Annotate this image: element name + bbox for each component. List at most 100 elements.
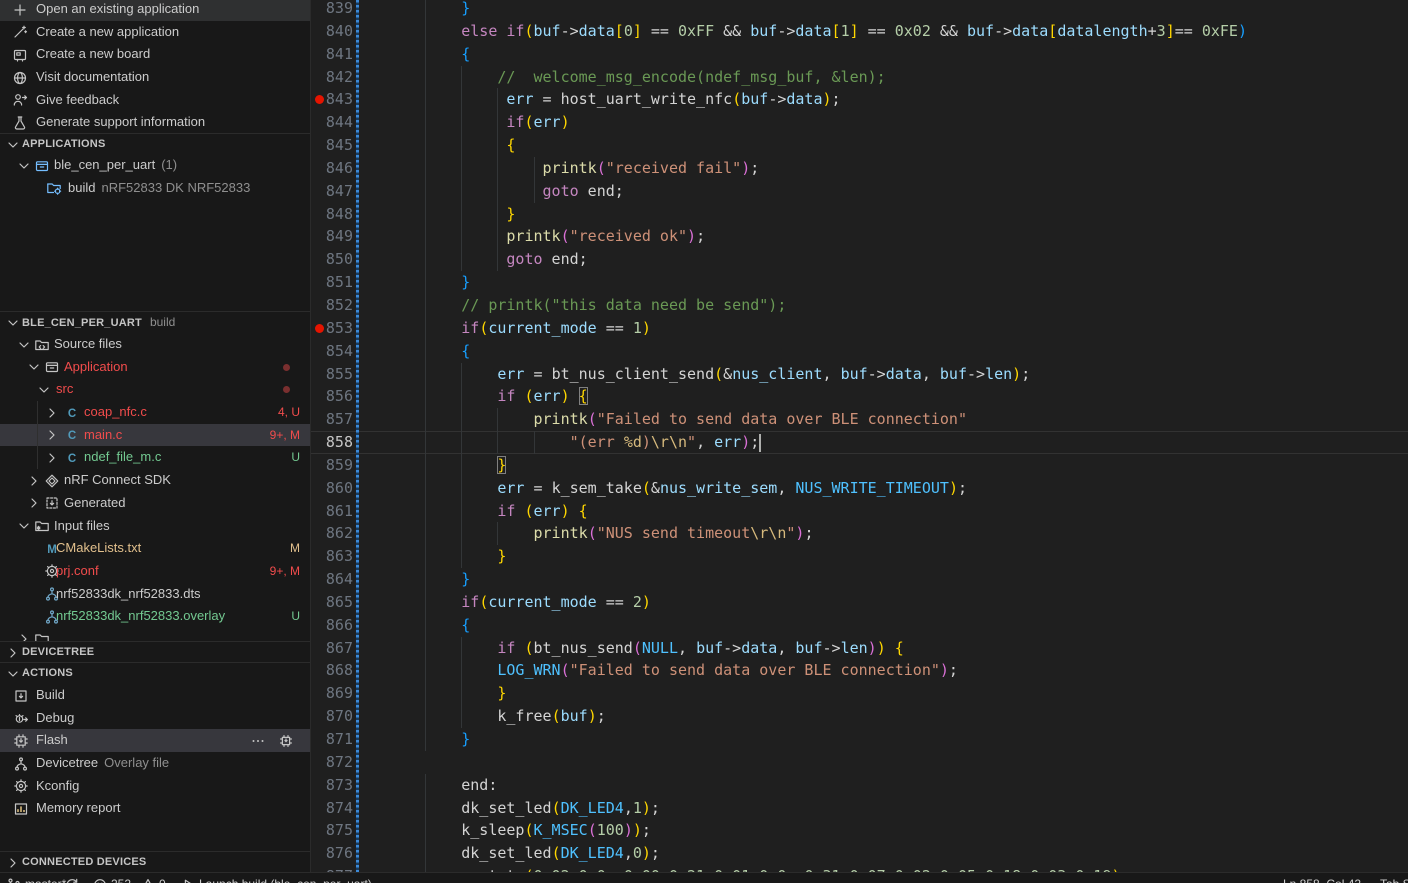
tree-item-clipped[interactable] [0,628,310,641]
code-line-853[interactable]: 853 if(current_mode == 1) [311,316,1408,340]
line-number[interactable]: 868 [311,659,353,682]
line-number[interactable]: 870 [311,705,353,728]
line-number[interactable]: 858 [311,431,353,454]
code-line-841[interactable]: 841 { [311,42,1408,66]
line-number[interactable]: 874 [311,797,353,820]
line-number[interactable]: 845 [311,134,353,157]
code-line-848[interactable]: 848 } [311,202,1408,226]
line-number[interactable]: 859 [311,454,353,477]
line-number[interactable]: 871 [311,728,353,751]
action-item-build[interactable]: Build [0,684,310,707]
code-line-843[interactable]: 843 err = host_uart_write_nfc(buf->data)… [311,88,1408,112]
line-number[interactable]: 848 [311,203,353,226]
tree-item-input-files[interactable]: Input files [0,515,310,538]
code-line-875[interactable]: 875 k_sleep(K_MSEC(100)); [311,819,1408,843]
line-number[interactable]: 863 [311,545,353,568]
section-header-devicetree[interactable]: DEVICETREE [0,641,310,663]
chevron-down-icon[interactable] [36,382,52,398]
line-number[interactable]: 850 [311,248,353,271]
tree-item-src[interactable]: src [0,378,310,401]
code-line-861[interactable]: 861 if (err) { [311,499,1408,523]
tree-item-main-c[interactable]: Cmain.c 9+, M [0,423,310,447]
sidebar-item-build[interactable]: build nRF52833 DK NRF52833 [0,177,310,200]
action-item-flash[interactable]: Flash [0,729,310,753]
line-number[interactable]: 867 [311,637,353,660]
status-error[interactable]: 252 [92,873,131,883]
tree-item-ndef-file-m-c[interactable]: Cndef_file_m.c U [0,446,310,469]
breakpoint-dot[interactable] [315,323,324,333]
code-line-864[interactable]: 864 } [311,568,1408,591]
line-number[interactable]: 872 [311,751,353,774]
code-line-851[interactable]: 851 } [311,271,1408,294]
sidebar-item-ble-cen-per-uart[interactable]: ble_cen_per_uart (1) [0,154,310,177]
sidebar-item-create-a-new-application[interactable]: Create a new application [0,21,310,44]
tree-item-application[interactable]: Application [0,356,310,379]
line-number[interactable]: 877 [311,865,353,872]
code-line-876[interactable]: 876 dk_set_led(DK_LED4,0); [311,842,1408,866]
tree-item-nrf52833dk-nrf52833-dts[interactable]: nrf52833dk_nrf52833.dts [0,583,310,606]
action-item-debug[interactable]: Debug [0,707,310,730]
code-line-847[interactable]: 847 goto end; [311,179,1408,203]
action-item-memory-report[interactable]: Memory report [0,797,310,820]
section-header-actions[interactable]: ACTIONS [0,662,310,685]
line-number[interactable]: 840 [311,20,353,43]
ellipsis-icon[interactable] [250,733,266,749]
code-line-862[interactable]: 862 printk("NUS send timeout\r\n"); [311,522,1408,546]
code-line-844[interactable]: 844 if(err) [311,111,1408,135]
chevron-right-icon[interactable] [44,427,60,443]
code-line-854[interactable]: 854 { [311,339,1408,363]
code-line-871[interactable]: 871 } [311,728,1408,751]
code-line-863[interactable]: 863 } [311,545,1408,569]
tree-item-cmakelists-txt[interactable]: M CMakeLists.txt M [0,537,310,560]
status-right-item[interactable]: Ln 858, Col 42 [1283,873,1361,883]
line-number[interactable]: 860 [311,477,353,500]
line-number[interactable]: 875 [311,819,353,842]
code-line-855[interactable]: 855 err = bt_nus_client_send(&nus_client… [311,362,1408,386]
line-number[interactable]: 876 [311,842,353,865]
code-line-840[interactable]: 840 else if(buf->data[0] == 0xFF && buf-… [311,19,1408,43]
chevron-right-icon[interactable] [26,473,42,489]
line-number[interactable]: 873 [311,774,353,797]
code-line-868[interactable]: 868 LOG_WRN("Failed to send data over BL… [311,659,1408,683]
chevron-down-icon[interactable] [26,359,42,375]
line-number[interactable]: 865 [311,591,353,614]
line-number[interactable]: 857 [311,408,353,431]
code-line-867[interactable]: 867 if (bt_nus_send(NULL, buf->data, buf… [311,636,1408,660]
tree-item-generated[interactable]: Generated [0,492,310,515]
sidebar-item-visit-documentation[interactable]: Visit documentation [0,66,310,89]
section-header-project[interactable]: BLE_CEN_PER_UART build [0,311,310,334]
line-number[interactable]: 839 [311,0,353,20]
chevron-down-icon[interactable] [16,158,32,174]
chevron-right-icon[interactable] [44,450,60,466]
code-line-872[interactable]: 872 [311,751,1408,774]
status-launch[interactable]: Launch build (ble_cen_per_uart) [180,873,372,883]
code-editor[interactable]: 839 } 840 else if(buf->data[0] == 0xFF &&… [311,0,1408,872]
code-line-877[interactable]: 877 uart_tx(0x02,0x0a,0x00,0x21,0x01,0x0… [311,865,1408,872]
line-number[interactable]: 844 [311,111,353,134]
status-git-branch[interactable]: master* [6,873,66,883]
code-line-856[interactable]: 856 if (err) { [311,385,1408,409]
sidebar-item-give-feedback[interactable]: Give feedback [0,89,310,112]
line-number[interactable]: 862 [311,522,353,545]
code-line-873[interactable]: 873 end: [311,773,1408,797]
tree-item-source-files[interactable]: Source files [0,333,310,356]
status-sync[interactable] [64,873,83,883]
action-item-devicetree[interactable]: Devicetree Overlay file [0,752,310,775]
code-line-870[interactable]: 870 k_free(buf); [311,705,1408,728]
code-line-874[interactable]: 874 dk_set_led(DK_LED4,1); [311,796,1408,820]
line-number[interactable]: 854 [311,340,353,363]
code-line-842[interactable]: 842 // welcome_msg_encode(ndef_msg_buf, … [311,65,1408,89]
code-line-850[interactable]: 850 goto end; [311,248,1408,272]
line-number[interactable]: 864 [311,568,353,591]
line-number[interactable]: 842 [311,66,353,89]
status-warning[interactable]: 0 [140,873,166,883]
section-header-connected-devices[interactable]: CONNECTED DEVICES [0,851,310,872]
line-number[interactable]: 855 [311,363,353,386]
line-number[interactable]: 851 [311,271,353,294]
tree-item-nrf52833dk-nrf52833-overlay[interactable]: nrf52833dk_nrf52833.overlay U [0,605,310,628]
action-item-kconfig[interactable]: Kconfig [0,775,310,798]
sidebar-item-generate-support-information[interactable]: Generate support information [0,111,310,134]
code-line-846[interactable]: 846 printk("received fail"); [311,156,1408,180]
line-number[interactable]: 846 [311,157,353,180]
code-line-857[interactable]: 857 printk("Failed to send data over BLE… [311,408,1408,432]
